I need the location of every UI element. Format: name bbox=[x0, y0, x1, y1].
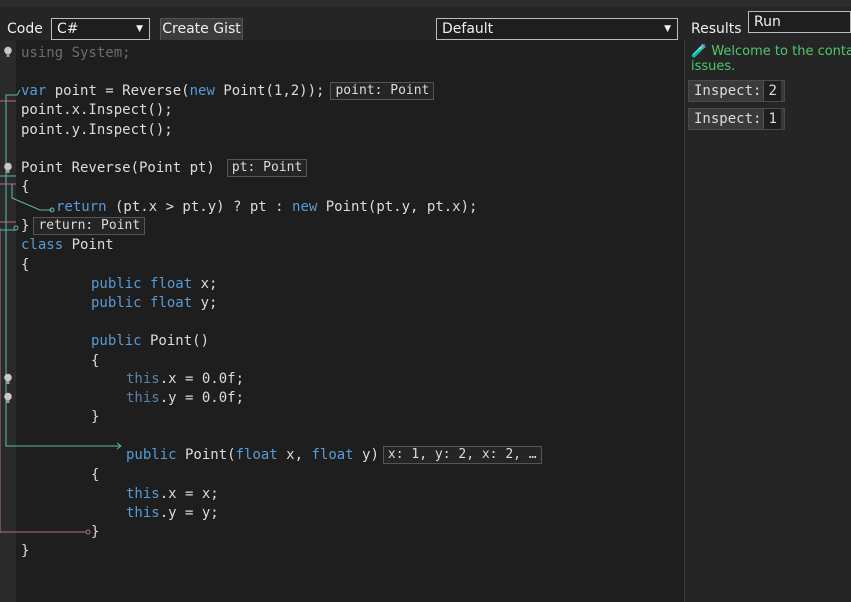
keyword: public bbox=[91, 295, 142, 311]
code-line: return (pt.x > pt.y) ? pt : new Point(pt… bbox=[56, 198, 477, 217]
code-text: point = Reverse( bbox=[46, 83, 190, 99]
code-text: .y = y; bbox=[159, 505, 219, 521]
code-text: x; bbox=[192, 276, 218, 292]
code-text: Point bbox=[63, 237, 114, 253]
inspect-value: 1 bbox=[763, 109, 781, 129]
inspect-label: Inspect: bbox=[694, 111, 762, 127]
wand-icon: 🧪 bbox=[691, 44, 708, 59]
welcome-text-cont: issues. bbox=[691, 59, 736, 74]
language-select[interactable]: C# ▼ bbox=[51, 18, 150, 40]
code-line: public float y; bbox=[91, 294, 217, 313]
keyword: class bbox=[21, 237, 64, 253]
create-gist-button[interactable]: Create Gist bbox=[160, 18, 243, 41]
code-line: point.x.Inspect(); bbox=[21, 102, 173, 118]
lightbulb-icon[interactable] bbox=[3, 162, 13, 174]
results-label: Results bbox=[691, 21, 742, 37]
code-line: this.x = 0.0f; bbox=[126, 370, 244, 389]
type-hint: x: 1, y: 2, x: 2, … bbox=[382, 446, 542, 464]
keyword: this bbox=[126, 390, 160, 406]
language-value: C# bbox=[57, 21, 79, 37]
toolbar: Code C# ▼ Create Gist Default ▼ Results bbox=[0, 7, 851, 41]
code-label: Code bbox=[7, 21, 43, 37]
keyword: this bbox=[126, 505, 160, 521]
type-hint: point: Point bbox=[330, 82, 435, 100]
code-line: class Point bbox=[21, 236, 114, 255]
code-line: { bbox=[21, 179, 30, 195]
code-text: Point Reverse(Point pt) bbox=[21, 160, 215, 176]
code-text: .x = x; bbox=[159, 486, 219, 502]
keyword: return bbox=[56, 199, 107, 215]
code-line: this.y = 0.0f; bbox=[126, 389, 244, 408]
keyword: new bbox=[292, 199, 318, 215]
chevron-down-icon: ▼ bbox=[136, 24, 143, 34]
code-text: using System; bbox=[21, 45, 131, 61]
code-text: x, bbox=[277, 447, 312, 463]
keyword: new bbox=[189, 83, 215, 99]
code-text: Point( bbox=[176, 447, 236, 463]
code-text: y) bbox=[353, 447, 379, 463]
type-hint: pt: Point bbox=[226, 159, 308, 177]
code-line: var point = Reverse(new Point(1,2)); poin… bbox=[21, 82, 435, 101]
keyword: float bbox=[311, 447, 354, 463]
keyword: float bbox=[150, 276, 193, 292]
window-top-strip bbox=[0, 0, 851, 7]
code-line: point.y.Inspect(); bbox=[21, 122, 173, 138]
keyword: var bbox=[21, 83, 47, 99]
welcome-message: 🧪 Welcome to the contair issues. bbox=[691, 44, 851, 74]
code-line: { bbox=[21, 257, 30, 273]
inspect-result[interactable]: Inspect: 1 bbox=[688, 108, 785, 130]
inspect-label: Inspect: bbox=[694, 83, 762, 99]
lightbulb-icon[interactable] bbox=[3, 46, 13, 58]
welcome-text: Welcome to the contair bbox=[711, 44, 851, 59]
code-line: public Point() bbox=[91, 332, 209, 351]
code-line: public float x; bbox=[91, 275, 217, 294]
type-hint: return: Point bbox=[33, 217, 146, 235]
keyword: public bbox=[126, 447, 177, 463]
keyword: float bbox=[150, 295, 193, 311]
code-text: (pt.x > pt.y) ? pt : bbox=[106, 199, 293, 215]
code-line: } bbox=[21, 543, 30, 559]
keyword: this bbox=[126, 371, 160, 387]
code-line: } return: Point bbox=[21, 217, 146, 236]
code-line: { bbox=[91, 467, 100, 483]
code-text: .x = 0.0f; bbox=[159, 371, 245, 387]
keyword: public bbox=[91, 276, 142, 292]
code-line: { bbox=[91, 353, 100, 369]
code-line: using System; bbox=[21, 44, 131, 63]
target-value: Default bbox=[442, 21, 494, 37]
keyword: float bbox=[235, 447, 278, 463]
inspect-value: 2 bbox=[763, 81, 781, 101]
code-text: Point() bbox=[141, 333, 210, 349]
code-line: this.y = y; bbox=[126, 504, 219, 523]
target-select[interactable]: Default ▼ bbox=[436, 18, 678, 40]
keyword: this bbox=[126, 486, 160, 502]
code-text: Point(1,2)); bbox=[214, 83, 325, 99]
code-text: y; bbox=[192, 295, 218, 311]
code-text: Point(pt.y, pt.x); bbox=[317, 199, 478, 215]
lightbulb-icon[interactable] bbox=[3, 392, 13, 404]
inspect-result[interactable]: Inspect: 2 bbox=[688, 80, 785, 102]
editor-gutter bbox=[0, 40, 16, 602]
lightbulb-icon[interactable] bbox=[3, 373, 13, 385]
run-button[interactable]: Run bbox=[748, 11, 851, 33]
keyword: public bbox=[91, 333, 142, 349]
code-line: } bbox=[91, 409, 100, 425]
code-line: this.x = x; bbox=[126, 485, 219, 504]
chevron-down-icon: ▼ bbox=[664, 24, 671, 34]
code-text: } bbox=[21, 218, 30, 234]
code-line: } bbox=[91, 524, 100, 540]
code-text: .y = 0.0f; bbox=[159, 390, 245, 406]
code-line: public Point(float x, float y) x: 1, y: 2… bbox=[126, 446, 542, 465]
code-line: Point Reverse(Point pt) pt: Point bbox=[21, 159, 308, 178]
